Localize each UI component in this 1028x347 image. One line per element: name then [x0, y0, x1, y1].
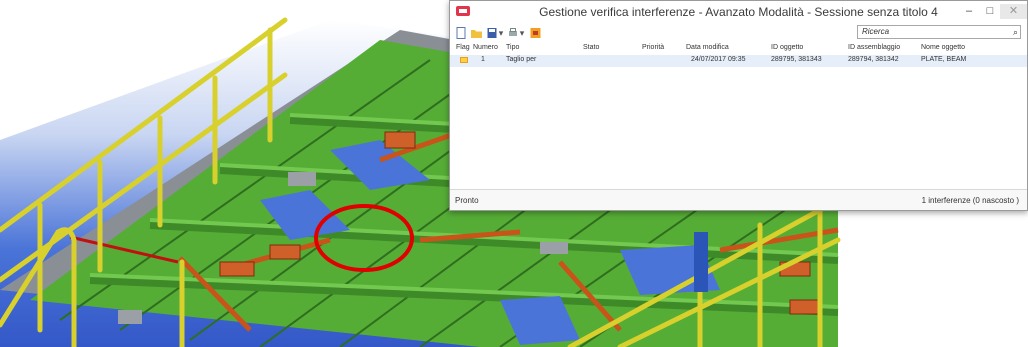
status-bar: Pronto 1 interferenze (0 nascosto )	[450, 189, 1027, 210]
cell-nome-oggetto: PLATE, BEAM	[921, 56, 967, 63]
column-header-nome-oggetto[interactable]: Nome oggetto	[921, 44, 965, 51]
flag-icon[interactable]	[460, 57, 468, 63]
cell-numero: 1	[481, 56, 485, 63]
table-row[interactable]: 1 Taglio per 24/07/2017 09:35 289795, 38…	[450, 55, 1027, 67]
search-input-value: Ricerca	[862, 27, 890, 36]
print-icon[interactable]	[508, 27, 518, 39]
new-document-icon[interactable]	[456, 27, 466, 39]
column-header-data-modifica[interactable]: Data modifica	[686, 44, 729, 51]
column-header-priorita[interactable]: Priorità	[642, 44, 664, 51]
maximize-button[interactable]: □	[980, 4, 1000, 19]
export-icon[interactable]	[530, 27, 541, 39]
interference-count: 1 interferenze (0 nascosto )	[921, 196, 1019, 205]
minimize-button[interactable]: –	[959, 4, 979, 19]
column-header-stato[interactable]: Stato	[583, 44, 599, 51]
save-icon[interactable]	[487, 27, 497, 39]
cell-id-assemblaggio: 289794, 381342	[848, 56, 899, 63]
clash-check-window: Gestione verifica interferenze - Avanzat…	[449, 0, 1028, 211]
print-dropdown-chevron-icon[interactable]: ▾	[519, 27, 525, 39]
search-input[interactable]: Ricerca ⌕	[857, 25, 1021, 39]
save-dropdown-chevron-icon[interactable]: ▾	[498, 27, 504, 39]
cell-data-modifica: 24/07/2017 09:35	[691, 56, 746, 63]
column-header-flag[interactable]: Flag	[456, 44, 470, 51]
search-icon[interactable]: ⌕	[1013, 26, 1018, 38]
cell-id-oggetto: 289795, 381343	[771, 56, 822, 63]
window-title: Gestione verifica interferenze - Avanzat…	[539, 5, 938, 19]
cell-tipo: Taglio per	[506, 56, 537, 63]
column-header-id-oggetto[interactable]: ID oggetto	[771, 44, 803, 51]
column-header-id-assemblaggio[interactable]: ID assemblaggio	[848, 44, 900, 51]
status-text: Pronto	[455, 196, 479, 205]
column-header-tipo[interactable]: Tipo	[506, 44, 519, 51]
title-bar[interactable]: Gestione verifica interferenze - Avanzat…	[450, 1, 1027, 23]
close-button[interactable]: ✕	[1000, 4, 1027, 19]
column-header-numero[interactable]: Numero	[473, 44, 498, 51]
open-folder-icon[interactable]	[471, 27, 482, 39]
